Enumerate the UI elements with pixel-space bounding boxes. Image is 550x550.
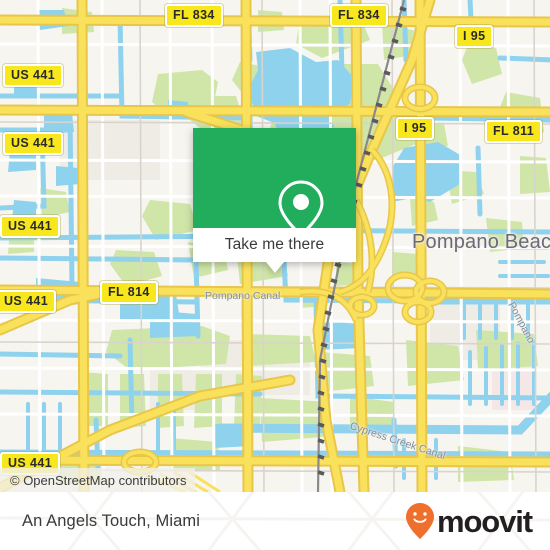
city-label-pompano-beach: Pompano Beach (412, 231, 550, 253)
shield-us-441-3: US 441 (0, 215, 61, 238)
footer-bar: An Angels Touch, Miami moovit (0, 492, 550, 550)
osm-attribution[interactable]: © OpenStreetMap contributors (0, 468, 195, 492)
callout-image (193, 128, 356, 237)
shield-fl-811: FL 811 (485, 120, 543, 143)
location-callout[interactable]: Take me there (193, 128, 356, 273)
shield-fl-834-east: FL 834 (330, 4, 388, 27)
shield-us-441-1: US 441 (3, 64, 64, 87)
moovit-logo[interactable]: moovit (405, 502, 533, 540)
shield-us-441-4: US 441 (0, 290, 57, 313)
moovit-pin-icon (405, 503, 434, 539)
shield-fl-834-west: FL 834 (165, 4, 223, 27)
map-canvas[interactable]: FL 834 FL 834 I 95 US 441 I 95 FL 811 US… (0, 0, 550, 492)
shield-fl-814: FL 814 (100, 281, 158, 304)
shield-us-441-2: US 441 (3, 132, 64, 155)
location-title: An Angels Touch, Miami (22, 511, 200, 530)
shield-i-95-north: I 95 (455, 25, 494, 48)
shield-i-95-mid: I 95 (396, 117, 435, 140)
water-label-pompano-canal: Pompano Canal (205, 290, 281, 302)
moovit-wordmark: moovit (436, 503, 533, 539)
callout-pointer (265, 262, 284, 273)
screenshot-root: FL 834 FL 834 I 95 US 441 I 95 FL 811 US… (0, 0, 550, 550)
